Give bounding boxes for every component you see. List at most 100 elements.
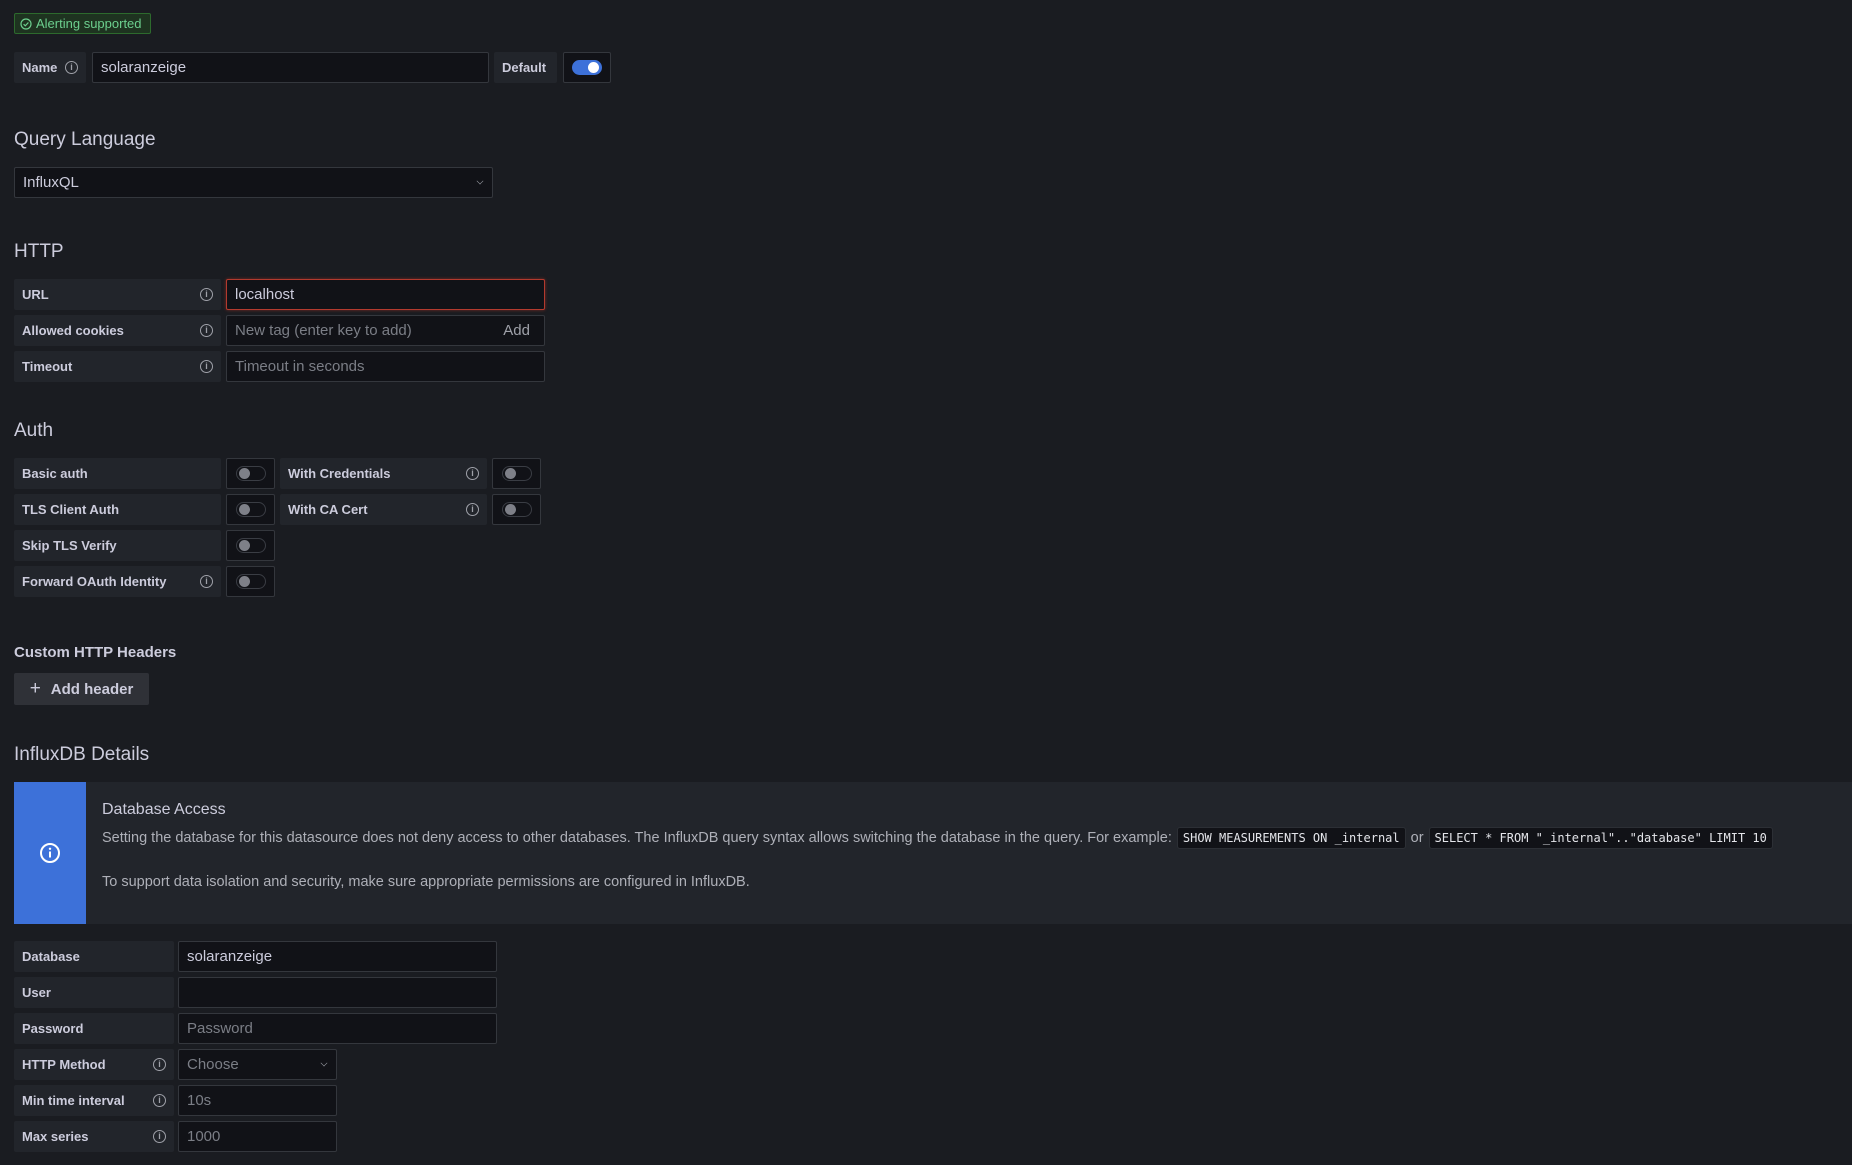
with-ca-cert-label-text: With CA Cert xyxy=(288,502,368,517)
min-time-interval-placeholder: 10s xyxy=(187,1092,212,1109)
basic-auth-toggle-box[interactable] xyxy=(226,458,275,489)
user-input[interactable] xyxy=(178,977,497,1008)
database-label-text: Database xyxy=(22,949,80,964)
skip-tls-verify-label: Skip TLS Verify xyxy=(14,530,221,561)
with-credentials-label: With Credentials i xyxy=(280,458,487,489)
allowed-cookies-label: Allowed cookies i xyxy=(14,315,221,346)
max-series-label: Max series i xyxy=(14,1121,174,1152)
with-credentials-toggle[interactable] xyxy=(501,466,532,481)
info-icon[interactable]: i xyxy=(200,575,213,588)
url-input[interactable]: localhost xyxy=(226,279,545,310)
skip-tls-verify-label-text: Skip TLS Verify xyxy=(22,538,117,553)
toggle-knob xyxy=(238,504,250,515)
http-method-label-text: HTTP Method xyxy=(22,1057,106,1072)
allowed-cookies-input[interactable]: New tag (enter key to add) Add xyxy=(226,315,545,346)
toggle-knob xyxy=(504,468,516,479)
badge-label: Alerting supported xyxy=(36,16,142,31)
tls-client-auth-label: TLS Client Auth xyxy=(14,494,221,525)
timeout-label-text: Timeout xyxy=(22,359,73,374)
http-heading: HTTP xyxy=(14,241,64,262)
info-icon[interactable]: i xyxy=(200,288,213,301)
add-header-button[interactable]: + Add header xyxy=(14,673,149,705)
basic-auth-label-text: Basic auth xyxy=(22,466,88,481)
info-circle-icon xyxy=(40,843,60,863)
url-label: URL i xyxy=(14,279,221,310)
query-language-select[interactable]: InfluxQL xyxy=(14,167,493,198)
alert-text-2: To support data isolation and security, … xyxy=(102,874,750,890)
allowed-cookies-placeholder: New tag (enter key to add) xyxy=(235,322,412,339)
default-label: Default xyxy=(494,52,557,83)
tls-client-auth-toggle-box[interactable] xyxy=(226,494,275,525)
password-label: Password xyxy=(14,1013,174,1044)
info-icon[interactable]: i xyxy=(466,503,479,516)
with-ca-cert-toggle[interactable] xyxy=(501,502,532,517)
forward-oauth-label-text: Forward OAuth Identity xyxy=(22,574,167,589)
max-series-placeholder: 1000 xyxy=(187,1128,221,1145)
min-time-interval-input[interactable]: 10s xyxy=(178,1085,337,1116)
code-example-2: SELECT * FROM "_internal".."database" LI… xyxy=(1428,827,1773,849)
custom-headers-heading: Custom HTTP Headers xyxy=(14,644,177,661)
basic-auth-toggle[interactable] xyxy=(235,466,266,481)
with-ca-cert-label: With CA Cert i xyxy=(280,494,487,525)
auth-heading: Auth xyxy=(14,420,54,441)
tls-client-auth-label-text: TLS Client Auth xyxy=(22,502,120,517)
skip-tls-verify-toggle-box[interactable] xyxy=(226,530,275,561)
max-series-input[interactable]: 1000 xyxy=(178,1121,337,1152)
http-method-select[interactable]: Choose xyxy=(178,1049,337,1080)
chevron-down-icon xyxy=(476,177,484,185)
database-input[interactable]: solaranzeige xyxy=(178,941,497,972)
toggle-knob xyxy=(238,576,250,587)
allowed-cookies-label-text: Allowed cookies xyxy=(22,323,124,338)
alerting-supported-badge: Alerting supported xyxy=(14,13,151,34)
skip-tls-verify-toggle[interactable] xyxy=(235,538,266,553)
url-input-value: localhost xyxy=(235,286,295,303)
info-icon[interactable]: i xyxy=(153,1130,166,1143)
alert-title: Database Access xyxy=(102,801,226,818)
plus-icon: + xyxy=(29,678,41,699)
url-label-text: URL xyxy=(22,287,49,302)
alert-text-1: Setting the database for this datasource… xyxy=(102,827,1773,849)
user-label-text: User xyxy=(22,985,51,1000)
password-input[interactable]: Password xyxy=(178,1013,497,1044)
database-label: Database xyxy=(14,941,174,972)
toggle-knob xyxy=(588,62,599,73)
name-label-text: Name xyxy=(22,60,58,75)
info-icon[interactable]: i xyxy=(65,61,78,74)
alert-text-1-body: Setting the database for this datasource… xyxy=(102,830,1172,846)
forward-oauth-toggle[interactable] xyxy=(235,574,266,589)
tls-client-auth-toggle[interactable] xyxy=(235,502,266,517)
with-ca-cert-toggle-box[interactable] xyxy=(492,494,541,525)
info-icon[interactable]: i xyxy=(153,1094,166,1107)
add-cookie-button[interactable]: Add xyxy=(503,322,530,339)
basic-auth-label: Basic auth xyxy=(14,458,221,489)
default-toggle-box[interactable] xyxy=(563,52,611,83)
default-toggle[interactable] xyxy=(572,60,602,75)
name-input-value: solaranzeige xyxy=(101,59,187,76)
code-example-1: SHOW MEASUREMENTS ON _internal xyxy=(1176,827,1406,849)
http-method-label: HTTP Method i xyxy=(14,1049,174,1080)
info-icon[interactable]: i xyxy=(153,1058,166,1071)
toggle-knob xyxy=(238,540,250,551)
forward-oauth-label: Forward OAuth Identity i xyxy=(14,566,221,597)
query-language-value: InfluxQL xyxy=(23,174,79,191)
info-icon[interactable]: i xyxy=(200,360,213,373)
check-circle-icon xyxy=(20,17,32,30)
name-label: Name i xyxy=(14,52,86,83)
default-label-text: Default xyxy=(502,60,547,75)
chevron-down-icon xyxy=(320,1059,328,1067)
user-label: User xyxy=(14,977,174,1008)
password-label-text: Password xyxy=(22,1021,84,1036)
name-input[interactable]: solaranzeige xyxy=(92,52,489,83)
min-time-interval-label-text: Min time interval xyxy=(22,1093,125,1108)
with-credentials-toggle-box[interactable] xyxy=(492,458,541,489)
forward-oauth-toggle-box[interactable] xyxy=(226,566,275,597)
database-input-value: solaranzeige xyxy=(187,948,273,965)
timeout-label: Timeout i xyxy=(14,351,221,382)
min-time-interval-label: Min time interval i xyxy=(14,1085,174,1116)
info-icon[interactable]: i xyxy=(200,324,213,337)
toggle-knob xyxy=(238,468,250,479)
info-icon[interactable]: i xyxy=(466,467,479,480)
timeout-input[interactable]: Timeout in seconds xyxy=(226,351,545,382)
with-credentials-label-text: With Credentials xyxy=(288,466,391,481)
database-access-alert: Database Access Setting the database for… xyxy=(14,782,1852,924)
